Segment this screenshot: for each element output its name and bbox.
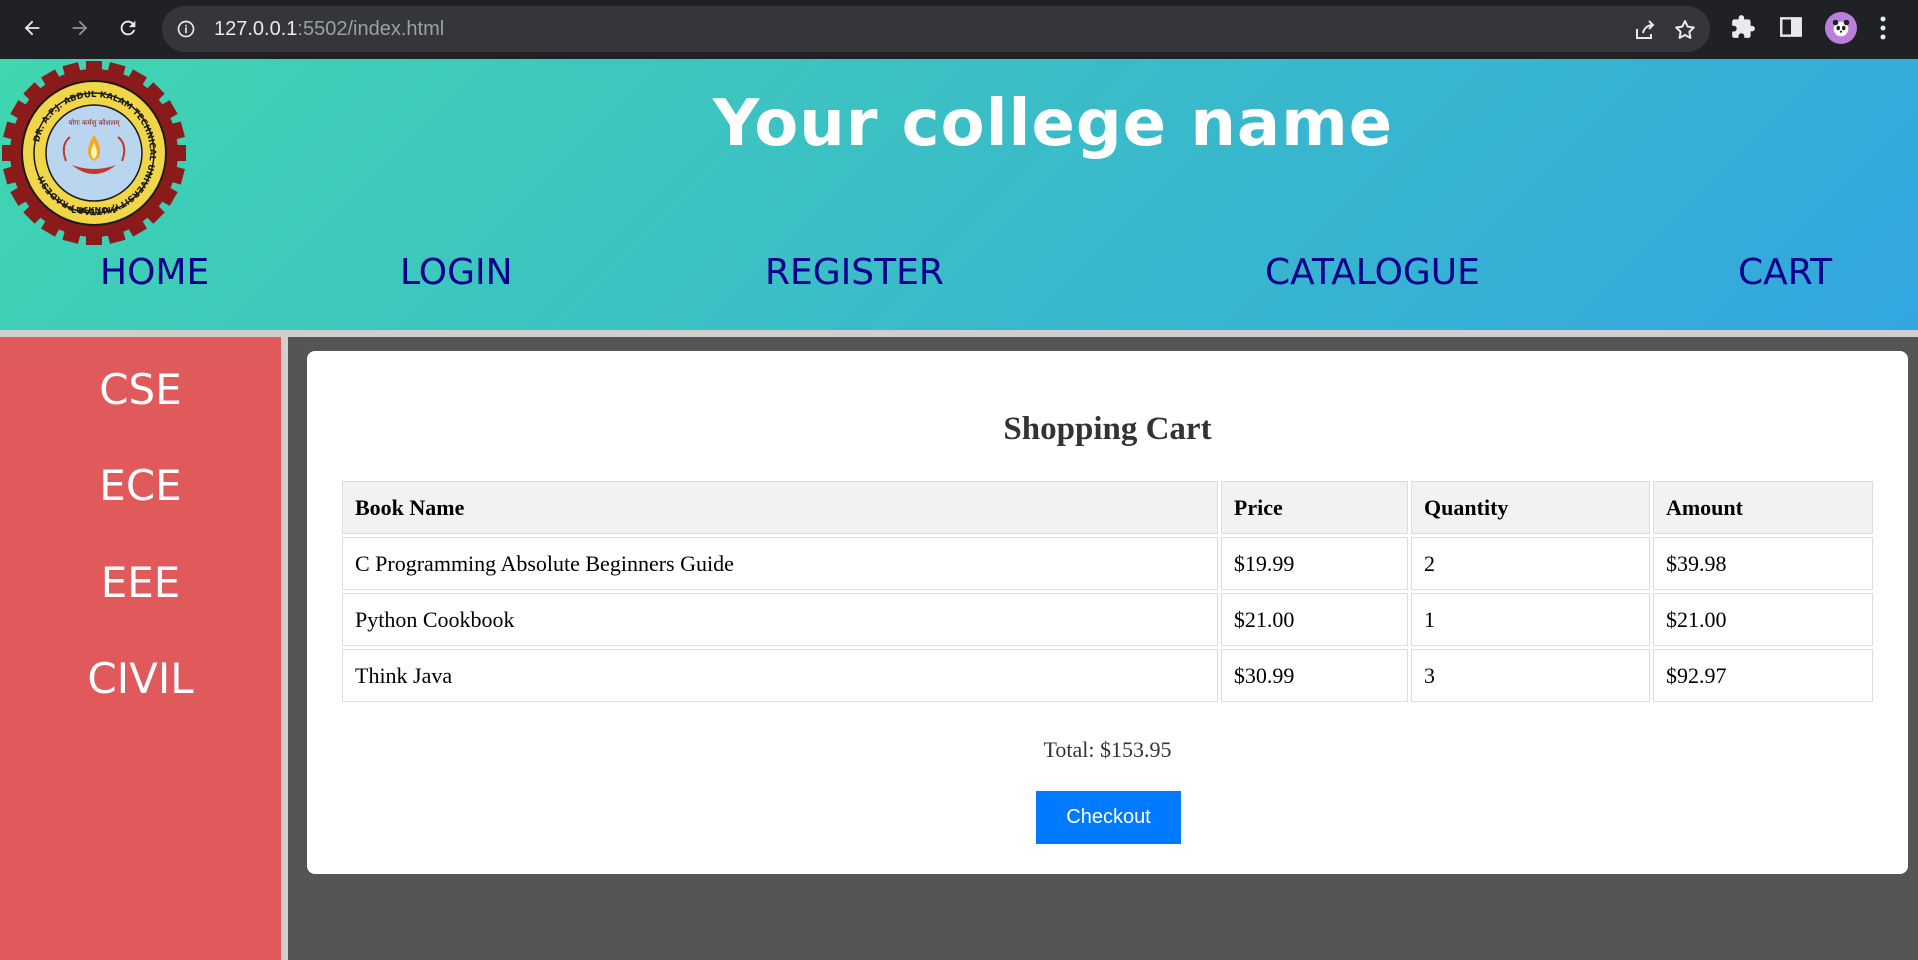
price-cell: $21.00: [1220, 593, 1409, 646]
browser-toolbar: 127.0.0.1:5502/index.html: [0, 0, 1918, 59]
site-header: DR. A.P.J. ABDUL KALAM TECHNICAL UNIVERS…: [0, 59, 1918, 330]
cart-title: Shopping Cart: [1003, 411, 1212, 447]
cart-table: Book Name Price Quantity Amount C Progra…: [339, 478, 1876, 705]
table-header-row: Book Name Price Quantity Amount: [342, 481, 1873, 534]
share-icon[interactable]: [1633, 18, 1657, 42]
panda-icon: [1832, 19, 1850, 37]
column-header-amount: Amount: [1652, 481, 1873, 534]
arrow-right-icon: [72, 20, 88, 36]
header-divider: [0, 330, 1918, 337]
kebab-menu-icon[interactable]: [1878, 14, 1888, 42]
url-text[interactable]: 127.0.0.1:5502/index.html: [214, 18, 444, 41]
info-icon[interactable]: [176, 19, 196, 39]
reload-button[interactable]: [110, 10, 146, 46]
quantity-cell: 1: [1411, 593, 1650, 646]
amount-cell: $21.00: [1652, 593, 1873, 646]
column-header-price: Price: [1220, 481, 1409, 534]
logo-bottom-text: LUCKNOW: [71, 206, 117, 215]
shopping-cart-card: Shopping Cart Book Name Price Quantity A…: [307, 351, 1908, 874]
college-name-title: Your college name: [712, 87, 1394, 161]
sidebar: CSE ECE EEE CIVIL: [0, 337, 288, 960]
sidebar-item-cse[interactable]: CSE: [0, 365, 281, 414]
column-header-book-name: Book Name: [342, 481, 1218, 534]
table-row: Think Java $30.99 3 $92.97: [342, 649, 1873, 702]
column-header-quantity: Quantity: [1411, 481, 1650, 534]
page: DR. A.P.J. ABDUL KALAM TECHNICAL UNIVERS…: [0, 59, 1918, 960]
price-cell: $19.99: [1220, 537, 1409, 590]
table-row: C Programming Absolute Beginners Guide $…: [342, 537, 1873, 590]
star-icon[interactable]: [1673, 18, 1697, 42]
side-panel-icon[interactable]: [1778, 14, 1804, 40]
arrow-left-icon: [24, 20, 40, 36]
url-path: :5502/index.html: [297, 18, 445, 40]
url-host: 127.0.0.1: [214, 18, 298, 40]
address-bar[interactable]: 127.0.0.1:5502/index.html: [162, 6, 1710, 52]
amount-cell: $92.97: [1652, 649, 1873, 702]
cart-total: Total: $153.95: [1043, 737, 1172, 762]
book-name-cell: Python Cookbook: [342, 593, 1218, 646]
quantity-cell: 3: [1411, 649, 1650, 702]
nav-cart-link[interactable]: CART: [1738, 252, 1832, 293]
back-button[interactable]: [14, 10, 50, 46]
nav-register-link[interactable]: REGISTER: [765, 252, 944, 293]
profile-avatar[interactable]: [1825, 12, 1857, 44]
book-name-cell: C Programming Absolute Beginners Guide: [342, 537, 1218, 590]
book-name-cell: Think Java: [342, 649, 1218, 702]
nav-catalogue-link[interactable]: CATALOGUE: [1265, 252, 1480, 293]
sidebar-item-civil[interactable]: CIVIL: [0, 654, 281, 703]
nav-login-link[interactable]: LOGIN: [400, 252, 513, 293]
sidebar-item-eee[interactable]: EEE: [0, 558, 281, 607]
nav-home-link[interactable]: HOME: [100, 252, 209, 293]
reload-icon: [120, 20, 136, 36]
sidebar-item-ece[interactable]: ECE: [0, 461, 281, 510]
forward-button[interactable]: [62, 10, 98, 46]
extensions-icon[interactable]: [1730, 14, 1756, 40]
amount-cell: $39.98: [1652, 537, 1873, 590]
quantity-cell: 2: [1411, 537, 1650, 590]
table-row: Python Cookbook $21.00 1 $21.00: [342, 593, 1873, 646]
checkout-button[interactable]: Checkout: [1036, 791, 1181, 844]
price-cell: $30.99: [1220, 649, 1409, 702]
